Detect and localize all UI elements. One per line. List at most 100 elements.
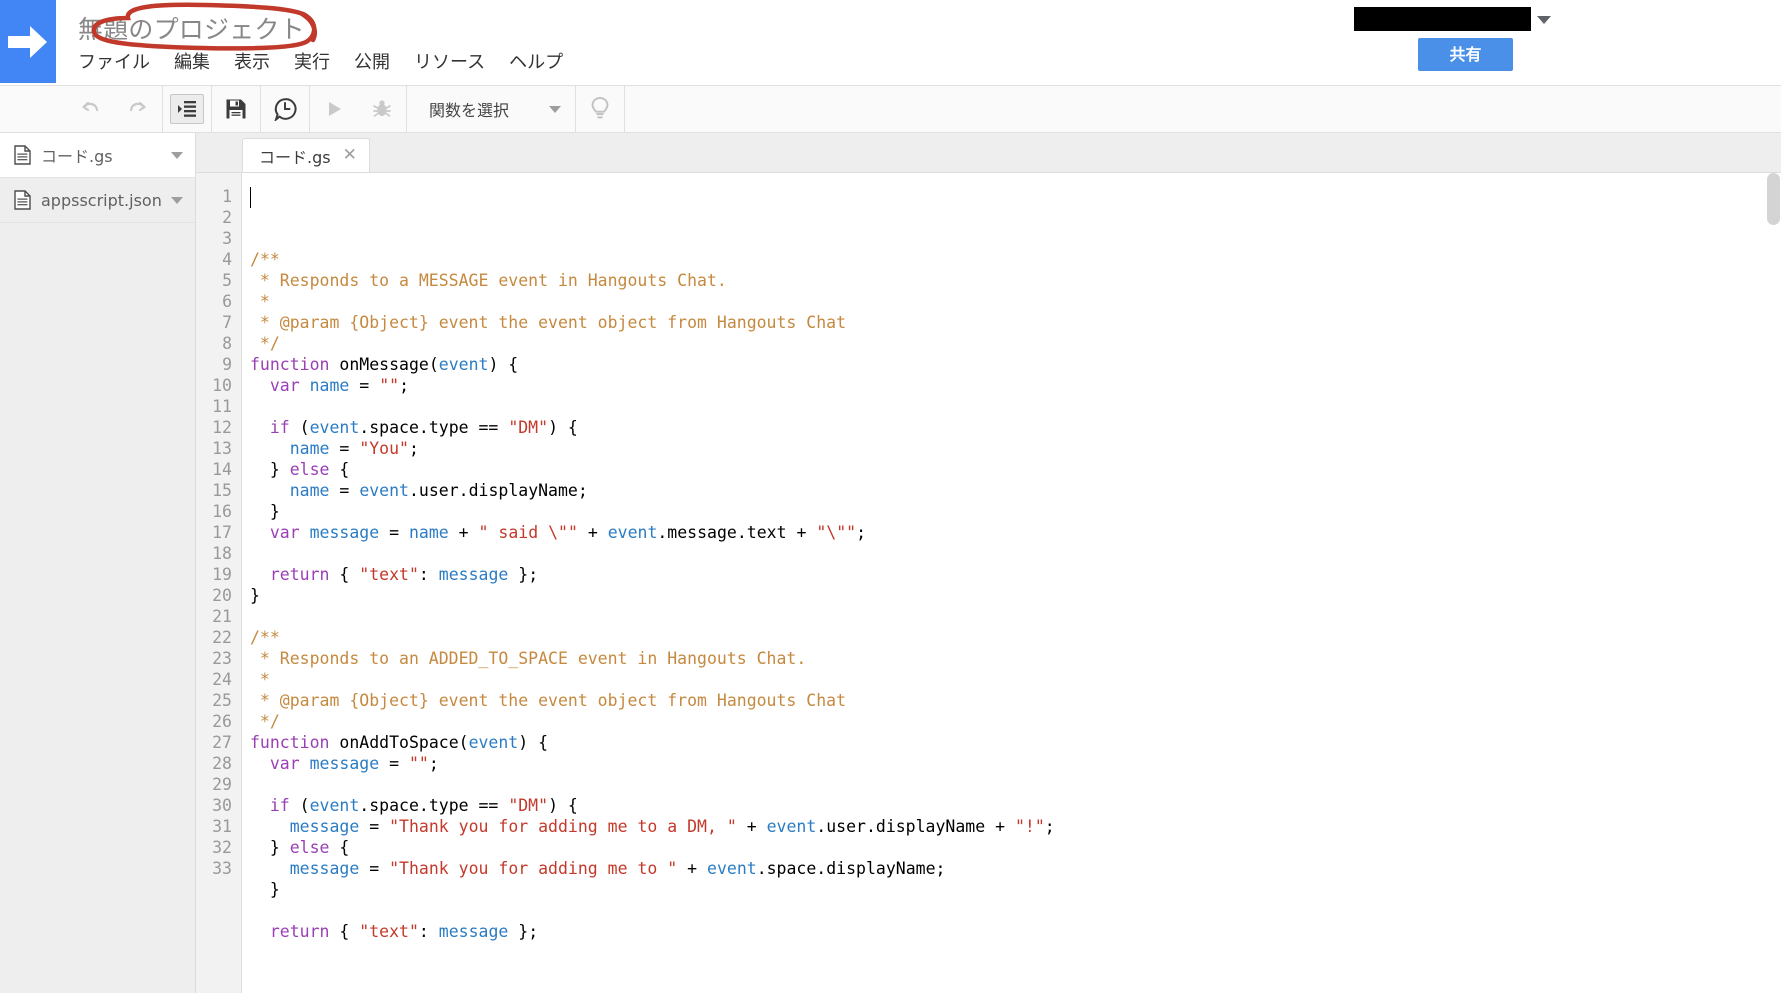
menu-item-resources[interactable]: リソース — [414, 48, 485, 74]
debug-button[interactable] — [358, 86, 406, 132]
code-line: /** — [250, 250, 280, 269]
line-number: 28 — [212, 754, 232, 773]
lightbulb-icon — [591, 96, 609, 119]
chevron-down-icon[interactable] — [171, 196, 183, 204]
apps-script-logo[interactable] — [0, 0, 56, 83]
code-line: * Responds to an ADDED_TO_SPACE event in… — [250, 649, 807, 668]
history-button[interactable] — [261, 86, 309, 132]
code-line: message = "Thank you for adding me to a … — [289, 817, 1055, 836]
sidebar-item-appsscript-json[interactable]: appsscript.json — [0, 178, 195, 223]
redo-icon — [129, 101, 146, 112]
sidebar-item-label: コード.gs — [41, 147, 113, 166]
code-line: name = "You"; — [289, 439, 419, 458]
menu-item-file[interactable]: ファイル — [78, 48, 150, 74]
line-number: 1 — [222, 187, 232, 206]
indent-button[interactable] — [163, 86, 211, 132]
line-number: 19 — [212, 565, 232, 584]
title-block: 無題のプロジェクト — [78, 10, 305, 46]
tab-strip: コード.gs ✕ — [196, 133, 1781, 173]
code-line: * @param {Object} event the event object… — [250, 691, 847, 710]
code-line: * @param {Object} event the event object… — [250, 313, 847, 332]
code-editor[interactable]: 1 2 3 4 5 6 7 8 9 10 11 12 13 14 15 16 17 18 19 20 21 22 23 24 2… — [196, 173, 1781, 993]
line-number: 17 — [212, 523, 232, 542]
right-arrow-icon — [8, 25, 47, 58]
code-line: var name = ""; — [269, 376, 409, 395]
menu-item-help[interactable]: ヘルプ — [509, 48, 563, 74]
redo-button[interactable] — [114, 86, 162, 132]
line-number: 9 — [222, 355, 232, 374]
line-number: 32 — [212, 838, 232, 857]
line-number: 10 — [212, 376, 232, 395]
line-number: 2 — [222, 208, 232, 227]
save-button[interactable] — [212, 86, 260, 132]
line-number: 23 — [212, 649, 232, 668]
share-button[interactable]: 共有 — [1418, 38, 1513, 71]
chevron-down-icon[interactable] — [1537, 16, 1551, 24]
code-line: message = "Thank you for adding me to " … — [289, 859, 946, 878]
chevron-down-icon — [549, 105, 562, 113]
indent-icon — [178, 101, 196, 117]
line-number: 6 — [222, 292, 232, 311]
vertical-scrollbar[interactable] — [1766, 173, 1781, 993]
code-line: } else { — [250, 460, 350, 479]
code-line: */ — [250, 712, 280, 731]
toolbar: 関数を選択 — [0, 86, 1781, 133]
line-number: 11 — [212, 397, 232, 416]
line-number: 12 — [212, 418, 232, 437]
undo-icon — [82, 101, 99, 112]
app-header: 無題のプロジェクト ファイル 編集 表示 実行 公開 リソース ヘルプ 共有 — [0, 0, 1781, 86]
menu-bar: ファイル 編集 表示 実行 公開 リソース ヘルプ — [78, 48, 563, 74]
code-line: function onMessage(event) { — [250, 355, 519, 374]
code-line: if (event.space.type == "DM") { — [269, 418, 578, 437]
text-cursor — [250, 187, 251, 208]
menu-item-publish[interactable]: 公開 — [354, 48, 390, 74]
close-icon[interactable]: ✕ — [343, 147, 357, 164]
line-number: 16 — [212, 502, 232, 521]
line-number: 27 — [212, 733, 232, 752]
menu-item-run[interactable]: 実行 — [294, 48, 330, 74]
run-button[interactable] — [310, 86, 358, 132]
code-line: */ — [250, 334, 280, 353]
menu-item-view[interactable]: 表示 — [234, 48, 270, 74]
sidebar-item-code-gs[interactable]: コード.gs — [0, 133, 195, 178]
history-icon — [274, 98, 297, 121]
line-number: 18 — [212, 544, 232, 563]
function-select[interactable]: 関数を選択 — [407, 86, 575, 132]
code-line: var message = ""; — [269, 754, 439, 773]
line-number: 20 — [212, 586, 232, 605]
run-icon — [329, 102, 341, 116]
code-line: name = event.user.displayName; — [289, 481, 588, 500]
vertical-scrollbar-thumb[interactable] — [1767, 173, 1780, 225]
menu-item-edit[interactable]: 編集 — [174, 48, 210, 74]
file-icon — [14, 145, 31, 165]
undo-button[interactable] — [66, 86, 114, 132]
line-number: 24 — [212, 670, 232, 689]
toolbar-divider — [624, 86, 626, 132]
page-title[interactable]: 無題のプロジェクト — [78, 10, 305, 46]
code-line: * — [250, 670, 270, 689]
account-email-redacted — [1354, 7, 1531, 31]
code-line: } else { — [250, 838, 350, 857]
line-number: 7 — [222, 313, 232, 332]
save-icon — [226, 99, 246, 119]
code-line: var message = name + " said \"" + event.… — [269, 523, 867, 542]
hint-button[interactable] — [576, 86, 624, 132]
code-line: * — [250, 292, 270, 311]
debug-icon — [373, 100, 391, 117]
code-content[interactable]: /** * Responds to a MESSAGE event in Han… — [242, 173, 1781, 993]
line-number: 8 — [222, 334, 232, 353]
chevron-down-icon[interactable] — [171, 151, 183, 159]
line-number: 5 — [222, 271, 232, 290]
line-number: 13 — [212, 439, 232, 458]
tab-code-gs[interactable]: コード.gs ✕ — [242, 138, 370, 172]
code-line: * Responds to a MESSAGE event in Hangout… — [250, 271, 727, 290]
line-number: 30 — [212, 796, 232, 815]
line-number: 14 — [212, 460, 232, 479]
editor-area: コード.gs ✕ 1 2 3 4 5 6 7 8 9 10 11 12 13 14 15 16 17 18 19 20… — [196, 133, 1781, 993]
line-number: 33 — [212, 859, 232, 878]
